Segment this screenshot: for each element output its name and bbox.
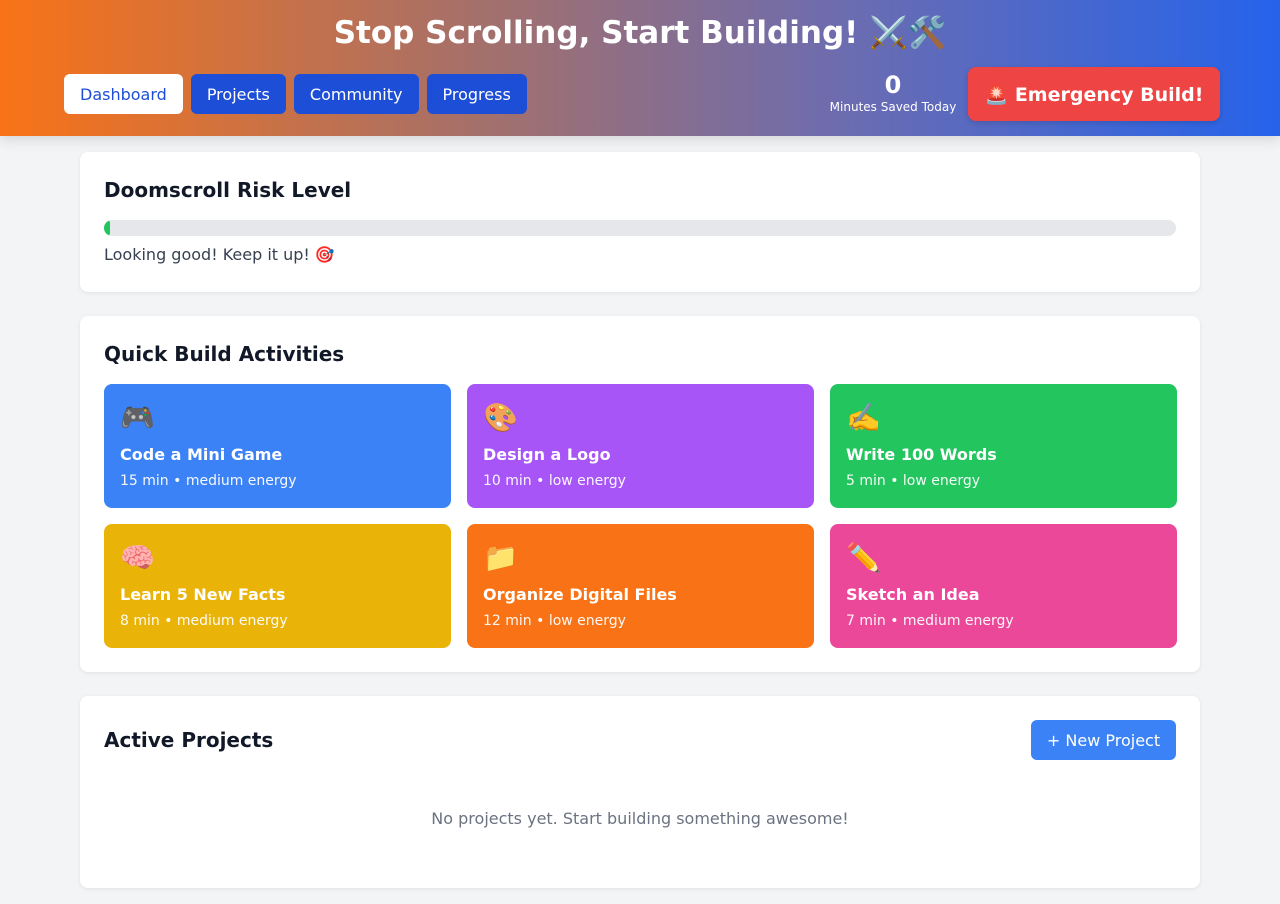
nav-dashboard[interactable]: Dashboard (64, 74, 183, 114)
activity-name: Organize Digital Files (483, 585, 677, 604)
activity-tile[interactable]: ✏️ Sketch an Idea 7 min • medium energy (830, 524, 1177, 648)
nav-projects[interactable]: Projects (190, 74, 286, 114)
activity-tile[interactable]: 🧠 Learn 5 New Facts 8 min • medium energ… (104, 524, 451, 648)
risk-heading: Doomscroll Risk Level (104, 178, 352, 202)
activity-meta: 12 min • low energy (483, 613, 626, 629)
emergency-build-button[interactable]: 🚨 Emergency Build! (968, 67, 1220, 121)
minutes-saved-value: 0 (884, 71, 902, 99)
quick-heading: Quick Build Activities (104, 342, 345, 366)
activity-name: Design a Logo (483, 445, 611, 464)
active-projects-card: Active Projects + New Project No project… (80, 696, 1200, 888)
activity-meta: 15 min • medium energy (120, 473, 297, 489)
projects-empty-message: No projects yet. Start building somethin… (431, 809, 849, 828)
main-nav: Dashboard Projects Community Progress (64, 74, 527, 114)
risk-progress-track (104, 220, 1176, 236)
activity-grid: 🎮 Code a Mini Game 15 min • medium energ… (104, 384, 1177, 648)
palette-icon: 🎨 (483, 401, 518, 434)
activity-tile[interactable]: 🎮 Code a Mini Game 15 min • medium energ… (104, 384, 451, 508)
activity-name: Code a Mini Game (120, 445, 283, 464)
quick-activities-card: Quick Build Activities 🎮 Code a Mini Gam… (80, 316, 1200, 672)
minutes-saved-stat: 0 Minutes Saved Today (826, 70, 960, 114)
game-controller-icon: 🎮 (120, 401, 155, 434)
nav-community[interactable]: Community (293, 74, 419, 114)
activity-name: Sketch an Idea (846, 585, 980, 604)
folder-icon: 📁 (483, 541, 518, 574)
app-header: Stop Scrolling, Start Building! ⚔️🛠️ Das… (0, 0, 1280, 136)
risk-message: Looking good! Keep it up! 🎯 (104, 245, 335, 264)
new-project-button[interactable]: + New Project (1031, 720, 1176, 760)
nav-progress[interactable]: Progress (426, 74, 527, 114)
activity-name: Write 100 Words (846, 445, 997, 464)
activity-tile[interactable]: ✍️ Write 100 Words 5 min • low energy (830, 384, 1177, 508)
pencil-icon: ✏️ (846, 541, 881, 574)
activity-meta: 8 min • medium energy (120, 613, 288, 629)
activity-meta: 7 min • medium energy (846, 613, 1014, 629)
risk-progress-fill (104, 220, 111, 236)
projects-heading: Active Projects (104, 728, 274, 752)
page-title: Stop Scrolling, Start Building! ⚔️🛠️ (333, 15, 947, 51)
risk-card: Doomscroll Risk Level Looking good! Keep… (80, 152, 1200, 292)
minutes-saved-label: Minutes Saved Today (829, 100, 957, 114)
brain-icon: 🧠 (120, 541, 155, 574)
writing-hand-icon: ✍️ (846, 401, 881, 434)
activity-tile[interactable]: 🎨 Design a Logo 10 min • low energy (467, 384, 814, 508)
activity-meta: 10 min • low energy (483, 473, 626, 489)
activity-name: Learn 5 New Facts (120, 585, 286, 604)
activity-meta: 5 min • low energy (846, 473, 981, 489)
activity-tile[interactable]: 📁 Organize Digital Files 12 min • low en… (467, 524, 814, 648)
